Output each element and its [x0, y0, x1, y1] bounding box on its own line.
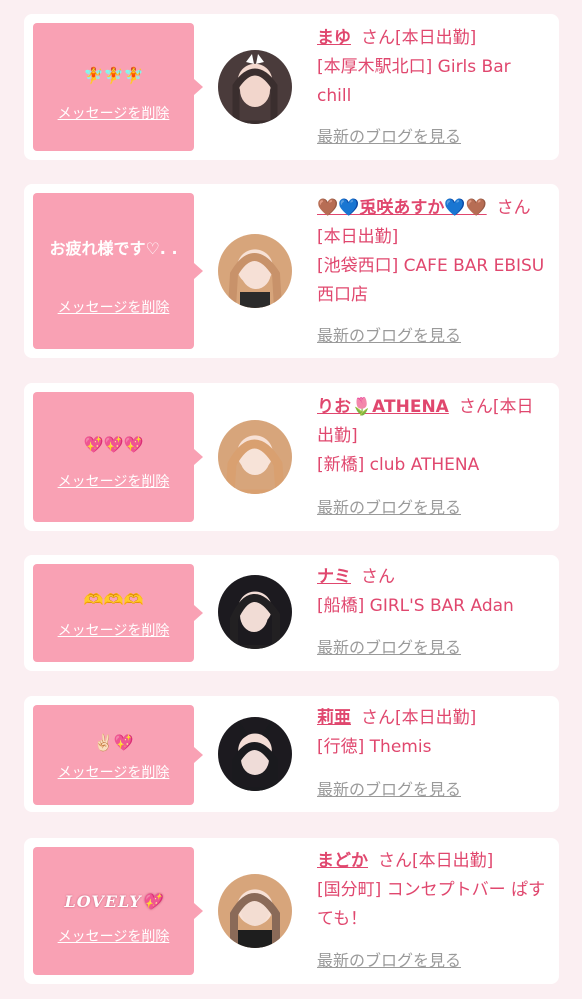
message-text: 🫶🫶🫶	[83, 590, 144, 609]
honorific: さん	[458, 397, 493, 417]
hostess-info: まゆ さん[本日出勤] [本厚木駅北口] Girls Bar chill	[317, 24, 549, 111]
message-card: ✌🏻💖 メッセージを削除 莉亜 さん[本日出勤] [行徳] Themis 最新のブ…	[24, 696, 559, 812]
message-bubble[interactable]: お疲れ様です♡. . メッセージを削除	[33, 193, 203, 349]
honorific: さん	[361, 708, 395, 728]
honorific: さん	[496, 198, 531, 218]
work-status: [本日出勤]	[317, 227, 399, 247]
delete-message-link[interactable]: メッセージを削除	[33, 928, 194, 946]
hostess-info: りお🌷ATHENA さん[本日出勤] [新橋] club ATHENA	[317, 393, 549, 480]
latest-blog-link[interactable]: 最新のブログを見る	[317, 638, 461, 658]
work-status: [本日出勤]	[395, 28, 477, 48]
message-bubble[interactable]: 💖💖💖 メッセージを削除	[33, 392, 203, 522]
message-text: 💖💖💖	[83, 435, 144, 454]
shop-name: [国分町] コンセプトバー ぱすても！	[317, 880, 546, 929]
message-card: 🧚🧚🧚 メッセージを削除 まゆ さん[本日出勤] [本厚木駅北口] Girls B…	[24, 14, 559, 160]
latest-blog-link[interactable]: 最新のブログを見る	[317, 127, 461, 147]
honorific: さん	[361, 567, 395, 587]
message-text: ✌🏻💖	[93, 733, 134, 752]
message-list: 🧚🧚🧚 メッセージを削除 まゆ さん[本日出勤] [本厚木駅北口] Girls B…	[0, 0, 582, 999]
avatar[interactable]	[218, 234, 292, 308]
avatar-photo-icon	[230, 594, 280, 649]
latest-blog-link[interactable]: 最新のブログを見る	[317, 326, 461, 346]
message-card: お疲れ様です♡. . メッセージを削除 🤎💙兎咲あすか💙🤎 さん [本日出勤] [池…	[24, 184, 559, 358]
avatar-photo-icon	[230, 893, 280, 948]
shop-name: [行徳] Themis	[317, 737, 432, 757]
hostess-info: 🤎💙兎咲あすか💙🤎 さん [本日出勤] [池袋西口] CAFE BAR EBISU …	[317, 194, 549, 310]
hostess-name-link[interactable]: 🤎💙兎咲あすか💙🤎	[317, 198, 487, 218]
delete-message-link[interactable]: メッセージを削除	[33, 622, 194, 640]
message-bubble[interactable]: ✌🏻💖 メッセージを削除	[33, 705, 203, 805]
avatar[interactable]	[218, 50, 292, 124]
delete-message-link[interactable]: メッセージを削除	[33, 105, 194, 123]
shop-name: [本厚木駅北口] Girls Bar chill	[317, 57, 511, 106]
shop-name: [新橋] club ATHENA	[317, 455, 480, 475]
latest-blog-link[interactable]: 最新のブログを見る	[317, 780, 461, 800]
delete-message-link[interactable]: メッセージを削除	[33, 764, 194, 782]
hostess-name-link[interactable]: 莉亜	[317, 708, 351, 728]
latest-blog-link[interactable]: 最新のブログを見る	[317, 498, 461, 518]
hostess-name-link[interactable]: まゆ	[317, 28, 351, 48]
message-card: 💖💖💖 メッセージを削除 りお🌷ATHENA さん[本日出勤] [新橋] club…	[24, 383, 559, 531]
hostess-info: まどか さん[本日出勤] [国分町] コンセプトバー ぱすても！	[317, 847, 549, 934]
shop-name: [池袋西口] CAFE BAR EBISU 西口店	[317, 256, 545, 305]
message-card: LOVELY💖 メッセージを削除 まどか さん[本日出勤] [国分町] コンセプト…	[24, 838, 559, 984]
honorific: さん	[361, 28, 395, 48]
message-text: 🧚🧚🧚	[83, 66, 144, 85]
work-status: [本日出勤]	[412, 851, 494, 871]
avatar[interactable]	[218, 420, 292, 494]
hostess-info: 莉亜 さん[本日出勤] [行徳] Themis	[317, 704, 549, 762]
message-bubble[interactable]: LOVELY💖 メッセージを削除	[33, 847, 203, 975]
message-card: 🫶🫶🫶 メッセージを削除 ナミ さん [船橋] GIRL'S BAR Adan 最…	[24, 555, 559, 671]
shop-name: [船橋] GIRL'S BAR Adan	[317, 596, 514, 616]
honorific: さん	[378, 851, 412, 871]
avatar[interactable]	[218, 874, 292, 948]
message-text: お疲れ様です♡. .	[49, 239, 178, 258]
latest-blog-link[interactable]: 最新のブログを見る	[317, 951, 461, 971]
avatar[interactable]	[218, 575, 292, 649]
avatar-photo-icon	[227, 253, 283, 308]
hostess-name-link[interactable]: まどか	[317, 851, 368, 871]
avatar[interactable]	[218, 717, 292, 791]
avatar-photo-icon	[232, 719, 278, 791]
delete-message-link[interactable]: メッセージを削除	[33, 473, 194, 491]
hostess-name-link[interactable]: りお🌷ATHENA	[317, 397, 449, 417]
delete-message-link[interactable]: メッセージを削除	[33, 299, 194, 317]
avatar-photo-icon	[225, 439, 285, 494]
message-bubble[interactable]: 🧚🧚🧚 メッセージを削除	[33, 23, 203, 151]
hostess-info: ナミ さん [船橋] GIRL'S BAR Adan	[317, 563, 549, 621]
hostess-name-link[interactable]: ナミ	[317, 567, 351, 587]
message-text: LOVELY💖	[64, 892, 163, 911]
avatar-photo-icon	[232, 54, 278, 124]
message-bubble[interactable]: 🫶🫶🫶 メッセージを削除	[33, 564, 203, 662]
work-status: [本日出勤]	[395, 708, 477, 728]
